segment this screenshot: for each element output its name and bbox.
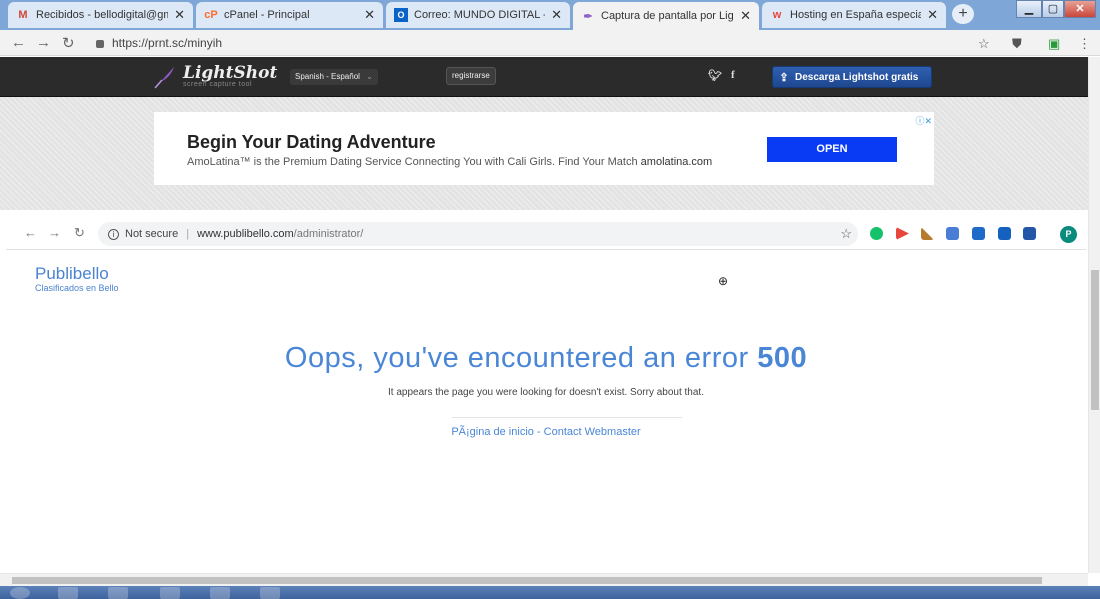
error-code: 500 — [757, 342, 808, 374]
outlook-icon: O — [394, 8, 408, 22]
extension-window-icon — [946, 227, 959, 240]
ruler-icon — [921, 227, 934, 240]
grammarly-icon — [870, 227, 883, 240]
error-message: It appears the page you were looking for… — [388, 387, 704, 398]
shield-icon[interactable]: ⛊ — [1012, 36, 1022, 52]
tab-title: Hosting en España especializad — [790, 9, 922, 21]
new-tab-button[interactable]: + — [952, 4, 974, 24]
minimize-button[interactable]: ▁ — [1016, 0, 1042, 18]
extension-new-icon — [1023, 227, 1036, 240]
ad-banner[interactable]: Begin Your Dating Adventure AmoLatina™ i… — [154, 112, 934, 185]
vertical-scrollbar[interactable] — [1088, 57, 1100, 573]
taskbar-item[interactable] — [260, 587, 280, 599]
divider — [452, 417, 682, 418]
feather-icon — [154, 67, 174, 89]
register-button[interactable]: registrarse — [446, 67, 496, 85]
reload-icon[interactable]: ↻ — [62, 34, 75, 52]
taskbar-item[interactable] — [108, 587, 128, 599]
language-label: Spanish - Español — [295, 72, 360, 81]
gmail-icon: M — [18, 9, 28, 21]
lightshot-logo[interactable]: LightShot screen capture tool — [183, 63, 277, 88]
download-button[interactable]: ⇪ Descarga Lightshot gratis — [772, 66, 932, 88]
extension-icon[interactable]: ▣ — [1048, 36, 1060, 52]
tab-hosting[interactable]: w Hosting en España especializad ✕ — [762, 2, 946, 28]
taskbar-item[interactable] — [210, 587, 230, 599]
screenshot-browser-toolbar: ← → ↻ i Not secure | www.publibello.com /… — [6, 210, 1086, 250]
error-links: PÃ¡gina de inicio - Contact Webmaster — [451, 426, 641, 438]
ad-text: AmoLatina™ is the Premium Dating Service… — [187, 156, 712, 168]
back-icon: ← — [24, 225, 37, 240]
taskbar-item[interactable] — [160, 587, 180, 599]
extension-arrow-icon — [896, 227, 909, 240]
address-url: https://prnt.sc/minyih — [112, 36, 223, 50]
back-icon[interactable]: ← — [11, 34, 26, 51]
forward-icon[interactable]: → — [36, 34, 51, 51]
tab-title: cPanel - Principal — [224, 9, 310, 21]
close-window-button[interactable]: ✕ — [1064, 0, 1096, 18]
facebook-icon[interactable]: f — [731, 69, 735, 81]
lightshot-header: LightShot screen capture tool Spanish - … — [0, 57, 1088, 97]
ad-domain[interactable]: amolatina.com — [641, 156, 713, 168]
screenshot-image: ← → ↻ i Not secure | www.publibello.com /… — [6, 210, 1086, 573]
horizontal-scrollbar[interactable] — [0, 573, 1088, 586]
maximize-button[interactable]: ▢ — [1042, 0, 1064, 18]
info-icon: i — [108, 228, 119, 240]
cpanel-icon: cP — [204, 9, 218, 21]
url-path: /administrator/ — [293, 228, 364, 240]
adchoices-icon[interactable]: ⓘ✕ — [915, 114, 932, 127]
vertical-scroll-thumb[interactable] — [1091, 270, 1099, 410]
reload-icon: ↻ — [74, 225, 85, 240]
tab-title: Captura de pantalla por Lightsh — [601, 10, 734, 22]
ad-description: AmoLatina™ is the Premium Dating Service… — [187, 156, 638, 168]
ad-title[interactable]: Begin Your Dating Adventure — [187, 132, 436, 153]
tab-title: Correo: MUNDO DIGITAL - Outl — [414, 9, 545, 21]
error-title: Oops, you've encountered an error 500 — [6, 342, 1086, 375]
menu-icon[interactable]: ⋮ — [1078, 36, 1091, 52]
forward-icon: → — [48, 225, 61, 240]
close-tab-icon[interactable]: ✕ — [927, 7, 938, 23]
taskbar-item[interactable] — [58, 587, 78, 599]
url-host: www.publibello.com — [197, 228, 294, 240]
address-bar[interactable]: https://prnt.sc/minyih — [88, 32, 1004, 54]
chevron-down-icon: ⌄ — [366, 72, 373, 81]
close-tab-icon[interactable]: ✕ — [740, 8, 751, 24]
browser-toolbar: ← → ↻ https://prnt.sc/minyih ☆ ⛊ ▣ ⋮ — [0, 30, 1100, 56]
extension-screen-icon — [972, 227, 985, 240]
profile-avatar: P — [1060, 226, 1077, 243]
error-title-text: Oops, you've encountered an error — [284, 342, 749, 374]
close-tab-icon[interactable]: ✕ — [364, 7, 375, 23]
twitter-icon[interactable]: 🐦︎ — [708, 69, 722, 82]
download-label: Descarga Lightshot gratis — [795, 71, 919, 83]
site-tagline: Clasificados en Bello — [35, 283, 119, 293]
lock-icon — [96, 40, 104, 48]
close-tab-icon[interactable]: ✕ — [551, 7, 562, 23]
close-tab-icon[interactable]: ✕ — [174, 7, 185, 23]
download-icon: ⇪ — [779, 71, 789, 84]
ad-open-button[interactable]: OPEN — [767, 137, 897, 162]
tab-title: Recibidos - bellodigital@gmail.c — [36, 9, 169, 21]
tab-gmail[interactable]: M Recibidos - bellodigital@gmail.c ✕ — [8, 2, 193, 28]
horizontal-scroll-thumb[interactable] — [12, 577, 1042, 584]
bookmark-star-icon[interactable]: ☆ — [978, 36, 990, 52]
screenshot-address-bar: i Not secure | www.publibello.com/admini… — [98, 222, 858, 246]
extension-bookmark-icon — [998, 227, 1011, 240]
tab-outlook[interactable]: O Correo: MUNDO DIGITAL - Outl ✕ — [386, 2, 570, 28]
bookmark-star-icon: ☆ — [840, 226, 852, 241]
zoom-in-icon: ⊕ — [718, 274, 729, 288]
separator: | — [186, 228, 190, 240]
start-button[interactable] — [10, 587, 30, 599]
language-select[interactable]: Spanish - Español ⌄ — [290, 69, 378, 85]
site-name: Publibello — [35, 264, 109, 283]
taskbar — [0, 586, 1100, 599]
webempresa-icon: w — [772, 9, 782, 21]
security-label: Not secure — [125, 228, 179, 240]
tab-strip: M Recibidos - bellodigital@gmail.c ✕ cP … — [0, 0, 1100, 30]
tab-lightshot[interactable]: ✒ Captura de pantalla por Lightsh ✕ — [573, 2, 759, 30]
tab-cpanel[interactable]: cP cPanel - Principal ✕ — [196, 2, 383, 28]
logo-text: LightShot — [183, 63, 278, 83]
lightshot-icon: ✒ — [583, 10, 593, 23]
